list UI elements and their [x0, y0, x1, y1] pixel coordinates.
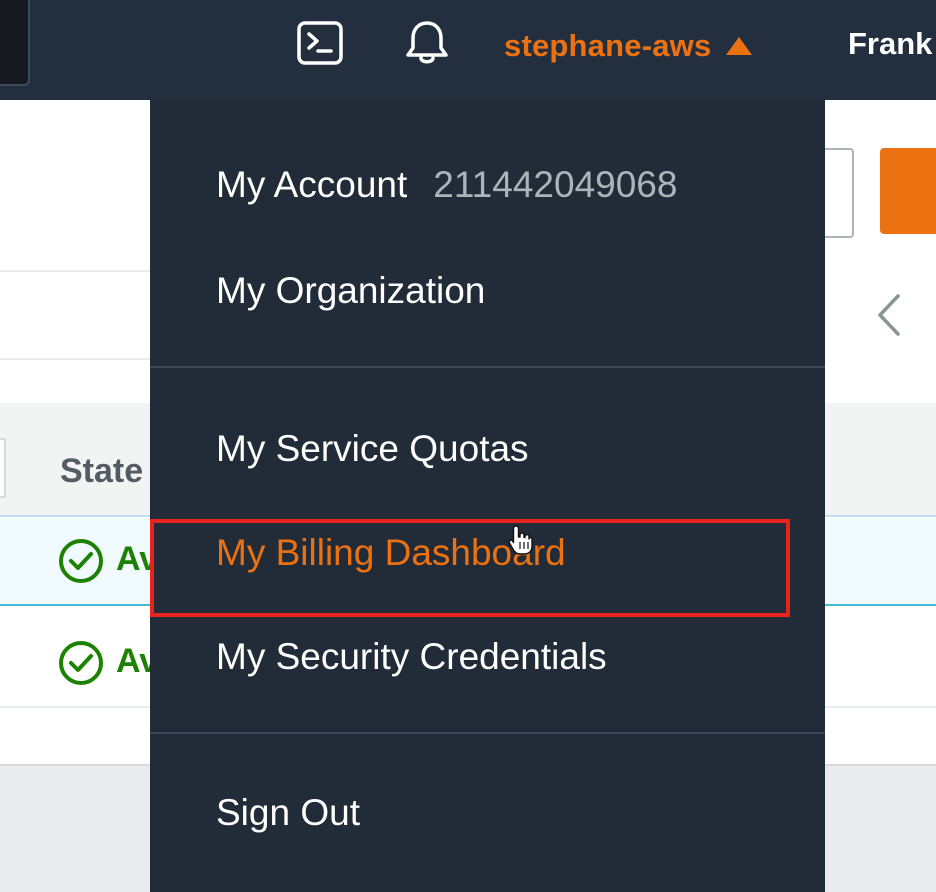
menu-item-my-security-credentials[interactable]: My Security Credentials	[216, 636, 607, 678]
chevron-left-icon[interactable]	[870, 290, 906, 340]
menu-item-my-account[interactable]: My Account 211442049068	[216, 164, 677, 206]
select-all-checkbox[interactable]	[0, 438, 6, 498]
top-navigation-bar: stephane-aws Frank	[0, 0, 936, 100]
my-account-label: My Account	[216, 164, 408, 205]
menu-divider	[150, 732, 825, 734]
check-circle-icon	[59, 641, 103, 685]
menu-divider	[150, 366, 825, 368]
account-menu-button[interactable]: stephane-aws	[504, 26, 753, 66]
region-menu-button[interactable]: Frank	[848, 26, 932, 62]
account-dropdown-menu: My Account 211442049068 My Organization M…	[150, 100, 825, 892]
console-page: stephane-aws Frank State Av Av My Accoun…	[0, 0, 936, 892]
primary-action-button[interactable]	[880, 148, 936, 234]
menu-item-sign-out[interactable]: Sign Out	[216, 792, 360, 834]
account-id: 211442049068	[433, 164, 678, 205]
state-column-header[interactable]: State	[60, 452, 143, 491]
highlight-annotation-box	[150, 519, 790, 617]
hand-pointer-icon	[508, 525, 533, 555]
cloudshell-icon[interactable]	[296, 20, 344, 66]
filter-input[interactable]	[0, 270, 152, 360]
notifications-bell-icon[interactable]	[402, 18, 452, 68]
menu-item-my-organization[interactable]: My Organization	[216, 270, 485, 312]
search-field[interactable]	[0, 0, 30, 86]
check-circle-icon	[59, 539, 103, 583]
menu-item-my-service-quotas[interactable]: My Service Quotas	[216, 428, 529, 470]
account-name-label: stephane-aws	[504, 28, 712, 63]
caret-up-icon	[726, 37, 753, 55]
